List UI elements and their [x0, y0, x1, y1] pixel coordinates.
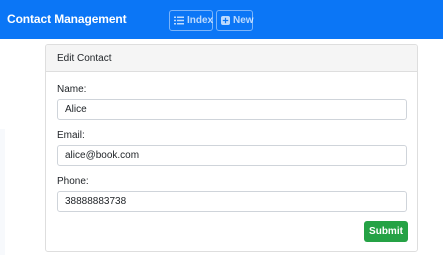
- plus-square-icon: [221, 16, 230, 25]
- submit-button[interactable]: Submit: [364, 221, 408, 242]
- phone-label: Phone:: [57, 176, 89, 187]
- name-input[interactable]: [57, 99, 407, 120]
- new-button[interactable]: New: [216, 10, 254, 31]
- email-input[interactable]: [57, 145, 407, 166]
- card-header: Edit Contact: [46, 45, 417, 72]
- edit-contact-card: Edit Contact Name: Email: Phone: Submit: [45, 44, 418, 252]
- top-navbar: Contact Management Index New: [0, 0, 443, 39]
- left-edge-panel: [0, 129, 5, 255]
- index-button[interactable]: Index: [169, 10, 213, 31]
- new-button-label: New: [233, 15, 254, 26]
- page: Contact Management Index New Edit Contac…: [0, 0, 443, 255]
- list-icon: [174, 16, 184, 25]
- index-button-label: Index: [187, 15, 214, 26]
- name-label: Name:: [57, 84, 87, 95]
- email-label: Email:: [57, 130, 85, 141]
- phone-input[interactable]: [57, 191, 407, 212]
- app-brand[interactable]: Contact Management: [7, 12, 127, 26]
- card-title: Edit Contact: [57, 53, 112, 64]
